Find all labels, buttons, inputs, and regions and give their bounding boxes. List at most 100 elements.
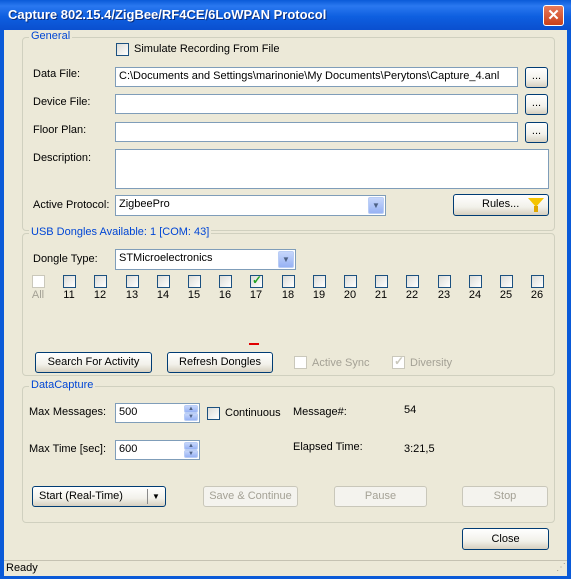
channel-21-checkbox[interactable]	[375, 275, 388, 288]
window-close-button[interactable]: ✕	[543, 5, 564, 26]
search-for-activity-button[interactable]: Search For Activity	[35, 352, 152, 373]
status-text: Ready	[6, 562, 38, 574]
channel-26-label: 26	[530, 289, 544, 301]
rules-label: Rules...	[482, 198, 520, 210]
channel-23-checkbox[interactable]	[438, 275, 451, 288]
diversity-checkbox[interactable]: ✓	[392, 354, 405, 369]
simulate-recording-label: Simulate Recording From File	[134, 43, 280, 55]
continuous-label: Continuous	[225, 407, 281, 419]
channel-all-label: All	[31, 289, 45, 301]
channel-all-checkbox[interactable]	[32, 275, 45, 288]
channel-22-label: 22	[405, 289, 419, 301]
start-dropdown-button[interactable]: Start (Real-Time) ▼	[32, 486, 166, 507]
active-protocol-select[interactable]: ZigbeePro ▼	[115, 195, 386, 216]
channel-16-label: 16	[218, 289, 232, 301]
max-time-value: 600	[119, 443, 138, 455]
resize-grip-icon[interactable]: ⋰	[556, 562, 566, 573]
channel-12-label: 12	[93, 289, 107, 301]
channel-20-label: 20	[343, 289, 357, 301]
max-time-label: Max Time [sec]:	[29, 443, 107, 455]
start-label: Start (Real-Time)	[39, 490, 123, 502]
channel-14-checkbox[interactable]	[157, 275, 170, 288]
device-file-label: Device File:	[33, 96, 91, 108]
floor-plan-field[interactable]	[115, 122, 518, 142]
spin-up-icon[interactable]: ▲	[184, 442, 198, 450]
device-file-field[interactable]	[115, 94, 518, 114]
channel-16-checkbox[interactable]	[219, 275, 232, 288]
save-and-continue-button[interactable]: Save & Continue	[203, 486, 298, 507]
description-field[interactable]	[115, 149, 549, 189]
refresh-dongles-button[interactable]: Refresh Dongles	[167, 352, 273, 373]
diversity-label: Diversity	[410, 357, 453, 369]
active-sync-label: Active Sync	[312, 357, 370, 369]
data-file-field[interactable]: C:\Documents and Settings\marinonie\My D…	[115, 67, 518, 87]
elapsed-time-label: Elapsed Time:	[293, 441, 363, 453]
device-file-browse-button[interactable]: ...	[525, 94, 548, 115]
datacapture-legend: DataCapture	[29, 379, 96, 391]
dongle-type-label: Dongle Type:	[33, 253, 98, 265]
active-protocol-value: ZigbeePro	[119, 198, 170, 210]
pause-button[interactable]: Pause	[334, 486, 427, 507]
channel-13-label: 13	[125, 289, 139, 301]
datacapture-group: DataCapture Max Messages: 500 ▲ ▼ Continu…	[22, 379, 555, 523]
channel-20-checkbox[interactable]	[344, 275, 357, 288]
channel-15-checkbox[interactable]	[188, 275, 201, 288]
channel-18-label: 18	[281, 289, 295, 301]
chevron-down-icon[interactable]: ▼	[368, 197, 384, 214]
spin-up-icon[interactable]: ▲	[184, 405, 198, 413]
dongle-type-select[interactable]: STMicroelectronics ▼	[115, 249, 296, 270]
channel-13-checkbox[interactable]	[126, 275, 139, 288]
stop-button[interactable]: Stop	[462, 486, 548, 507]
elapsed-time-value: 3:21,5	[404, 443, 435, 455]
usb-dongles-legend: USB Dongles Available: 1 [COM: 43]	[29, 226, 212, 238]
data-file-label: Data File:	[33, 68, 81, 80]
channel-26-checkbox[interactable]	[531, 275, 544, 288]
channel-12-checkbox[interactable]	[94, 275, 107, 288]
channel-24-checkbox[interactable]	[469, 275, 482, 288]
chevron-down-icon[interactable]: ▼	[152, 487, 160, 506]
channel-23-label: 23	[437, 289, 451, 301]
continuous-checkbox[interactable]	[207, 407, 220, 420]
window-title: Capture 802.15.4/ZigBee/RF4CE/6LoWPAN Pr…	[8, 7, 327, 22]
message-number-value: 54	[404, 404, 417, 416]
chevron-down-icon[interactable]: ▼	[278, 251, 294, 268]
max-time-stepper[interactable]: 600 ▲ ▼	[115, 440, 200, 460]
channel-11-checkbox[interactable]	[63, 275, 76, 288]
max-time-spin[interactable]: ▲ ▼	[184, 442, 198, 458]
close-button[interactable]: Close	[462, 528, 549, 550]
simulate-recording-checkbox[interactable]	[116, 43, 129, 56]
channel-19-checkbox[interactable]	[313, 275, 326, 288]
status-bar: Ready ⋰	[4, 560, 567, 576]
channel-11-label: 11	[63, 289, 75, 301]
rules-button[interactable]: Rules...	[453, 194, 549, 216]
floor-plan-label: Floor Plan:	[33, 124, 87, 136]
channel-18-checkbox[interactable]	[282, 275, 295, 288]
channel-25-checkbox[interactable]	[500, 275, 513, 288]
max-messages-stepper[interactable]: 500 ▲ ▼	[115, 403, 200, 423]
message-number-label: Message#:	[293, 406, 347, 418]
max-messages-spin[interactable]: ▲ ▼	[184, 405, 198, 421]
spin-down-icon[interactable]: ▼	[184, 450, 198, 458]
floor-plan-browse-button[interactable]: ...	[525, 122, 548, 143]
capture-dialog: Capture 802.15.4/ZigBee/RF4CE/6LoWPAN Pr…	[0, 0, 571, 579]
general-legend: General	[29, 30, 73, 42]
spin-down-icon[interactable]: ▼	[184, 413, 198, 421]
channel-25-label: 25	[499, 289, 513, 301]
channel-15-label: 15	[187, 289, 201, 301]
data-file-browse-button[interactable]: ...	[525, 67, 548, 88]
title-bar[interactable]: Capture 802.15.4/ZigBee/RF4CE/6LoWPAN Pr…	[0, 0, 571, 30]
channel-17-checkbox[interactable]: ✓	[250, 273, 263, 288]
channel-14-label: 14	[156, 289, 170, 301]
dialog-body: General Simulate Recording From File Dat…	[4, 30, 567, 576]
active-sync-checkbox[interactable]	[294, 356, 307, 369]
usb-dongles-group: USB Dongles Available: 1 [COM: 43] Dongl…	[22, 226, 555, 376]
channel-24-label: 24	[468, 289, 482, 301]
max-messages-label: Max Messages:	[29, 406, 107, 418]
active-protocol-label: Active Protocol:	[33, 199, 110, 211]
channel-21-label: 21	[374, 289, 388, 301]
channel-22-checkbox[interactable]	[406, 275, 419, 288]
general-group: General Simulate Recording From File Dat…	[22, 30, 555, 231]
dongle-type-value: STMicroelectronics	[119, 252, 213, 264]
check-icon: ✓	[252, 273, 263, 287]
activity-indicator	[249, 343, 259, 345]
